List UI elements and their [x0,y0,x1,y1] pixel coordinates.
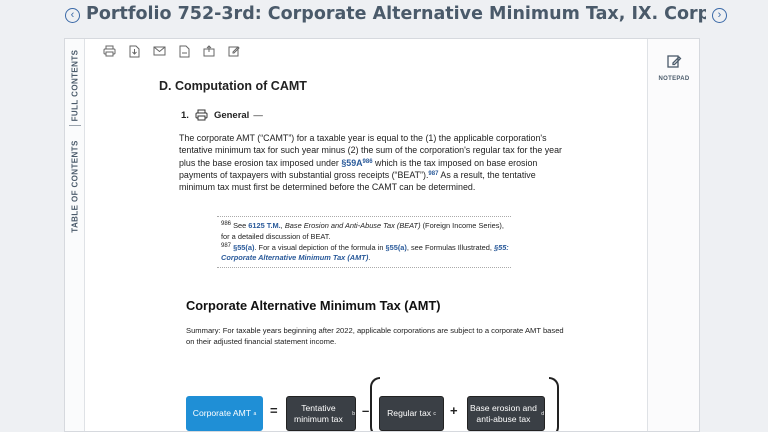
chevron-left-icon[interactable]: ‹ [65,8,80,23]
plus-sign: + [450,403,458,418]
formula-box-label: Corporate AMT [192,408,252,419]
footnote-986: 986 See 6125 T.M., Base Erosion and Anti… [221,221,511,243]
side-tabs: FULL CONTENTS TABLE OF CONTENTS [65,39,85,431]
footnote-text: . For a visual depiction of the formula … [254,242,386,252]
subsection-dash: — [253,109,263,121]
toolbar [101,44,242,58]
subsection-heading: 1. General — [181,109,263,121]
footnote-ref-986[interactable]: 986 [363,159,373,165]
save-icon[interactable] [176,44,192,58]
formula-box-base-erosion-tax: Base erosion and anti-abuse tax d [467,396,545,431]
footnote-text: , Base Erosion and Anti-Abuse Tax (BEAT) [280,221,421,230]
notepad-panel: NOTEPAD [647,39,699,431]
edit-icon[interactable] [226,44,242,58]
formula-box-regular-tax: Regular tax c [379,396,444,431]
formula-box-label: Tentative minimum tax [294,403,343,424]
notepad-icon [667,55,682,68]
footnote-ref-987[interactable]: 987 [428,171,438,177]
print-icon[interactable] [195,109,208,121]
export-icon[interactable] [201,44,217,58]
tab-divider [69,125,81,126]
chevron-right-icon[interactable]: › [712,8,727,23]
document-title: Portfolio 752-3rd: Corporate Alternative… [86,4,706,24]
link-55a[interactable]: §55(a) [386,243,407,252]
footnotes: 986 See 6125 T.M., Base Erosion and Anti… [217,216,511,269]
tab-full-contents[interactable]: FULL CONTENTS [65,49,85,121]
formula-box-tentative-minimum-tax: Tentative minimum tax b [286,396,356,431]
link-6125-tm[interactable]: 6125 T.M. [248,221,280,230]
figure-title: Corporate Alternative Minimum Tax (AMT) [186,298,441,313]
download-pdf-icon[interactable] [126,44,142,58]
footnote-number: 986 [221,221,232,227]
tab-table-of-contents[interactable]: TABLE OF CONTENTS [65,139,85,233]
equals-sign: = [270,403,278,418]
tab-table-of-contents-label: TABLE OF CONTENTS [70,139,80,233]
document-content: D. Computation of CAMT 1. General — The … [159,79,579,269]
formula-diagram: Corporate AMT a = Tentative minimum tax … [186,359,566,431]
figure-summary: Summary: For taxable years beginning aft… [186,326,564,346]
title-bar: ‹ Portfolio 752-3rd: Corporate Alternati… [0,0,768,32]
notepad-button[interactable]: NOTEPAD [648,53,699,82]
footnote-number: 987 [221,242,232,249]
subsection-number: 1. [181,109,189,121]
minus-sign: – [362,403,370,418]
subsection-title: General [213,109,250,121]
print-icon[interactable] [101,44,117,58]
tab-full-contents-label: FULL CONTENTS [70,49,80,121]
formula-box-label: Regular tax [387,408,432,419]
formula-box-corporate-amt: Corporate AMT a [186,396,263,431]
link-59a[interactable]: §59A [341,158,362,168]
footnote-text: See [231,221,249,230]
right-parenthesis [549,377,559,431]
footnote-text: , see Formulas Illustrated, [406,242,494,252]
email-icon[interactable] [151,44,167,58]
formula-box-label: Base erosion and anti-abuse tax [469,403,537,424]
link-55a[interactable]: §55(a) [233,243,254,252]
footnote-987: 987 §55(a). For a visual depiction of th… [221,243,511,265]
footnote-text: . [368,253,371,263]
document-viewer: FULL CONTENTS TABLE OF CONTENTS NOTEPAD … [64,38,700,432]
body-paragraph: The corporate AMT (“CAMT”) for a taxable… [179,132,574,193]
notepad-label: NOTEPAD [658,76,690,82]
section-heading: D. Computation of CAMT [159,79,307,93]
